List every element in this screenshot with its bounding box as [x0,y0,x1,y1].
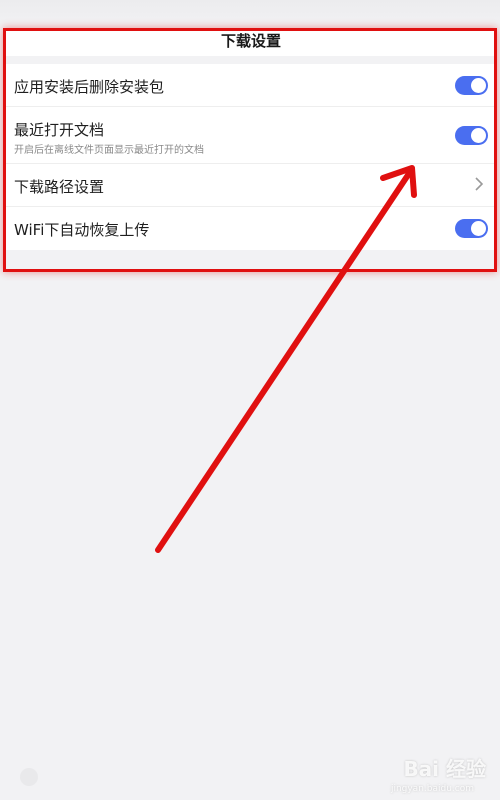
delete-package-toggle[interactable] [455,76,488,95]
toggle-knob [471,78,486,93]
toggle-knob [471,128,486,143]
setting-row-delete-package[interactable]: 应用安装后删除安装包 [6,64,496,107]
page-title: 下载设置 [220,32,281,50]
setting-row-download-path[interactable]: 下载路径设置 [6,164,496,207]
chevron-right-icon [475,177,484,191]
setting-label: 最近打开文档 [14,121,105,139]
setting-row-wifi-upload[interactable]: WiFi下自动恢复上传 [6,207,496,250]
status-bar-area [0,0,500,30]
setting-description: 开启后在离线文件页面显示最近打开的文档 [14,145,204,156]
watermark-url: jingyan.baidu.com [390,784,474,794]
bottom-nav-icon[interactable] [20,768,38,786]
setting-row-recent-docs[interactable]: 最近打开文档 开启后在离线文件页面显示最近打开的文档 [6,107,496,164]
page-header: 下载设置 [6,30,496,56]
settings-list: 应用安装后删除安装包 最近打开文档 开启后在离线文件页面显示最近打开的文档 下载… [6,64,496,250]
wifi-upload-toggle[interactable] [455,219,488,238]
screen: 下载设置 应用安装后删除安装包 最近打开文档 开启后在离线文件页面显示最近打开的… [0,0,500,800]
toggle-knob [471,221,486,236]
setting-label: WiFi下自动恢复上传 [14,221,150,239]
recent-docs-toggle[interactable] [455,126,488,145]
watermark-logo: Bai 经验 [403,757,486,781]
setting-label: 应用安装后删除安装包 [14,78,165,96]
setting-label: 下载路径设置 [14,178,105,196]
